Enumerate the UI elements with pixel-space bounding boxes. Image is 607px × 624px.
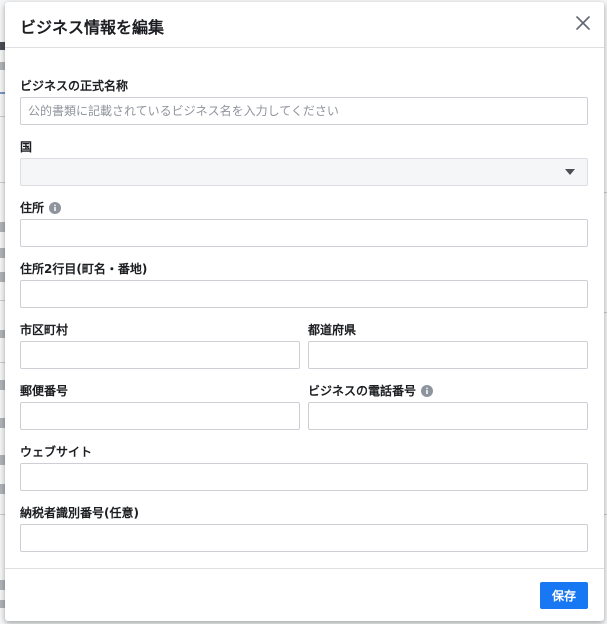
phone-label: ビジネスの電話番号 <box>308 384 417 398</box>
phone-input[interactable] <box>308 402 588 430</box>
close-icon <box>576 16 590 30</box>
address-label-row: 住所 <box>20 199 62 216</box>
dialog-header: ビジネス情報を編集 <box>5 2 604 48</box>
dialog-title: ビジネス情報を編集 <box>20 18 165 37</box>
state-label: 都道府県 <box>308 323 357 337</box>
address-input[interactable] <box>20 219 588 247</box>
country-label: 国 <box>20 140 33 154</box>
phone-label-row: ビジネスの電話番号 <box>308 382 434 399</box>
address2-input[interactable] <box>20 280 588 308</box>
dropdown-arrow-icon <box>565 169 575 175</box>
legal-name-input[interactable] <box>20 97 588 125</box>
postal-code-input[interactable] <box>20 402 300 430</box>
country-select[interactable] <box>20 158 588 186</box>
info-icon[interactable] <box>49 202 62 214</box>
postal-code-label: 郵便番号 <box>20 384 69 398</box>
save-button[interactable]: 保存 <box>540 582 588 609</box>
close-button[interactable] <box>572 12 594 34</box>
state-input[interactable] <box>308 341 588 369</box>
address-label: 住所 <box>20 201 45 215</box>
address2-label: 住所2行目(町名・番地) <box>20 262 148 276</box>
tax-id-label: 納税者識別番号(任意) <box>20 506 139 520</box>
info-icon[interactable] <box>421 385 434 397</box>
tax-id-input[interactable] <box>20 524 588 552</box>
website-input[interactable] <box>20 463 588 491</box>
city-input[interactable] <box>20 341 300 369</box>
dialog-footer: 保存 <box>5 568 604 621</box>
legal-name-label: ビジネスの正式名称 <box>20 79 129 93</box>
city-label: 市区町村 <box>20 323 69 337</box>
edit-business-info-dialog: ビジネス情報を編集 ビジネスの正式名称 国 住所 住所2行目( <box>5 2 604 621</box>
website-label: ウェブサイト <box>20 445 93 459</box>
